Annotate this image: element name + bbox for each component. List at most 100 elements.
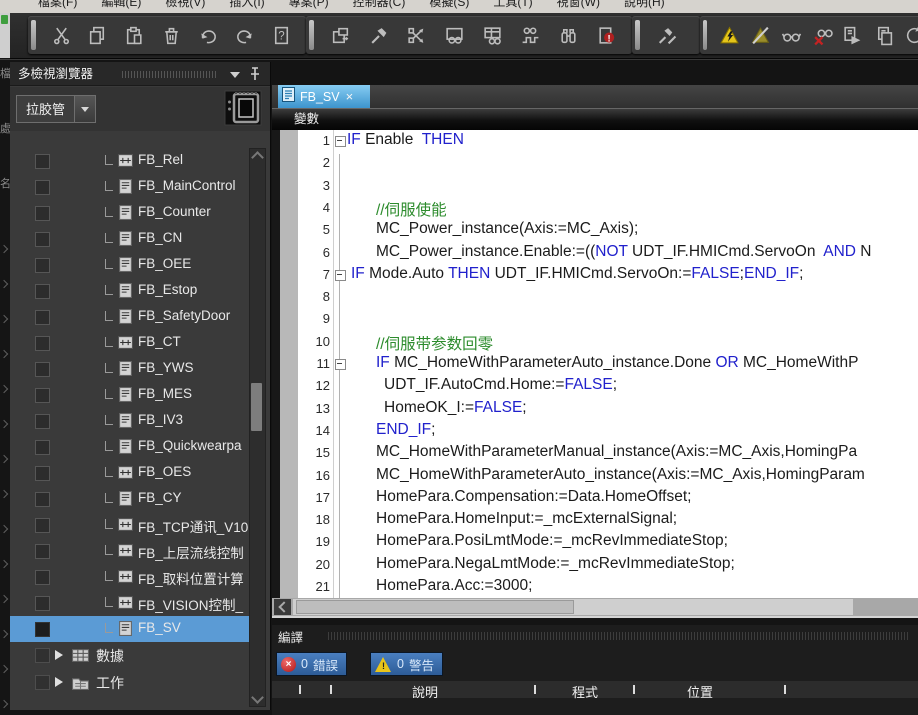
tree-item-fb-quickwearpa[interactable]: FB_Quickwearpa bbox=[10, 434, 270, 460]
build-icon[interactable] bbox=[359, 18, 397, 52]
tree-item-fb-estop[interactable]: FB_Estop bbox=[10, 278, 270, 304]
tree-item-checkbox[interactable] bbox=[35, 544, 50, 559]
scroll-up-icon[interactable] bbox=[251, 151, 264, 164]
code-line-3[interactable]: 3 bbox=[272, 175, 918, 197]
tree-item-checkbox[interactable] bbox=[35, 648, 50, 663]
code-line-2[interactable]: 2 bbox=[272, 152, 918, 174]
expand-arrow-icon[interactable] bbox=[55, 677, 63, 687]
code-line-5[interactable]: 5MC_Power_instance(Axis:=MC_Axis); bbox=[272, 219, 918, 241]
synchronize-icon[interactable] bbox=[899, 18, 918, 52]
horizontal-scrollbar-track[interactable] bbox=[293, 599, 853, 615]
tree-item-fb-cy[interactable]: FB_CY bbox=[10, 486, 270, 512]
tree-item-fb-oee[interactable]: FB_OEE bbox=[10, 252, 270, 278]
controller-icon[interactable] bbox=[224, 90, 262, 131]
code-editor[interactable]: 1IF Enable THEN234//伺服使能5MC_Power_instan… bbox=[272, 130, 918, 598]
program-run-icon[interactable] bbox=[837, 18, 868, 52]
menu-item[interactable]: 專案(P) bbox=[277, 0, 341, 13]
tree-item-checkbox[interactable] bbox=[35, 466, 50, 481]
tree-item-fb-iv3[interactable]: FB_IV3 bbox=[10, 408, 270, 434]
fold-collapse-icon[interactable] bbox=[335, 136, 346, 147]
tree-item-fb-yws[interactable]: FB_YWS bbox=[10, 356, 270, 382]
menu-item[interactable]: 視窗(W) bbox=[545, 0, 612, 13]
tree-item-checkbox[interactable] bbox=[35, 596, 50, 611]
tree-item-fb-mes[interactable]: FB_MES bbox=[10, 382, 270, 408]
fold-collapse-icon[interactable] bbox=[335, 359, 346, 370]
code-line-8[interactable]: 8 bbox=[272, 286, 918, 308]
menu-item[interactable]: 說明(H) bbox=[612, 0, 677, 13]
code-line-6[interactable]: 6MC_Power_instance.Enable:=((NOT UDT_IF.… bbox=[272, 242, 918, 264]
code-line-10[interactable]: 10//伺服带参数回零 bbox=[272, 331, 918, 353]
menu-item[interactable]: 編輯(E) bbox=[89, 0, 153, 13]
code-line-12[interactable]: 12UDT_IF.AutoCmd.Home:=FALSE; bbox=[272, 375, 918, 397]
tree-scrollbar[interactable] bbox=[249, 148, 266, 707]
fold-collapse-icon[interactable] bbox=[335, 270, 346, 281]
code-line-16[interactable]: 16MC_HomeWithParameterAuto_instance(Axis… bbox=[272, 465, 918, 487]
tree-item-checkbox[interactable] bbox=[35, 232, 50, 247]
tree-item-fb-cn[interactable]: FB_CN bbox=[10, 226, 270, 252]
watch-table-icon[interactable] bbox=[473, 18, 511, 52]
cut-icon[interactable] bbox=[43, 18, 80, 52]
tree-item-checkbox[interactable] bbox=[35, 362, 50, 377]
menu-item[interactable]: 控制器(C) bbox=[341, 0, 418, 13]
troubleshoot-icon[interactable]: ! bbox=[587, 18, 625, 52]
tree-item-fb-[interactable]: FB_取料位置计算 bbox=[10, 564, 270, 590]
menu-item[interactable]: 模擬(S) bbox=[417, 0, 481, 13]
tree-item-checkbox[interactable] bbox=[35, 570, 50, 585]
code-line-7[interactable]: 7IF Mode.Auto THEN UDT_IF.HMICmd.ServoOn… bbox=[272, 264, 918, 286]
tab-fb-sv[interactable]: FB_SV × bbox=[278, 85, 370, 108]
column-description[interactable]: 說明 bbox=[412, 682, 438, 701]
column-program[interactable]: 程式 bbox=[572, 682, 598, 701]
undo-icon[interactable] bbox=[190, 18, 227, 52]
tree-item-checkbox[interactable] bbox=[35, 622, 50, 637]
tree-item-checkbox[interactable] bbox=[35, 675, 50, 690]
go-offline-icon[interactable] bbox=[745, 18, 776, 52]
rebuild-icon[interactable] bbox=[397, 18, 435, 52]
go-online-icon[interactable] bbox=[714, 18, 745, 52]
tree-item-checkbox[interactable] bbox=[35, 284, 50, 299]
code-line-17[interactable]: 17HomePara.Compensation:=Data.HomeOffset… bbox=[272, 487, 918, 509]
menu-item[interactable]: 檔案(F) bbox=[26, 0, 89, 13]
device-dropdown-button[interactable] bbox=[74, 95, 96, 123]
code-line-21[interactable]: 21HomePara.Acc:=3000; bbox=[272, 576, 918, 598]
tree-item-fb-vision-[interactable]: FB_VISION控制_ bbox=[10, 590, 270, 616]
tree-item-checkbox[interactable] bbox=[35, 492, 50, 507]
tree-item-fb-safetydoor[interactable]: FB_SafetyDoor bbox=[10, 304, 270, 330]
tree-item-checkbox[interactable] bbox=[35, 258, 50, 273]
tree-item-checkbox[interactable] bbox=[35, 414, 50, 429]
code-line-13[interactable]: 13HomeOK_I:=FALSE; bbox=[272, 398, 918, 420]
device-name[interactable]: 拉胶管 bbox=[16, 95, 74, 123]
warnings-filter-button[interactable]: ! 0 警告 bbox=[370, 652, 443, 676]
code-line-11[interactable]: 11IF MC_HomeWithParameterAuto_instance.D… bbox=[272, 353, 918, 375]
scroll-left-button[interactable] bbox=[274, 599, 291, 615]
code-line-15[interactable]: 15MC_HomeWithParameterManual_instance(Ax… bbox=[272, 442, 918, 464]
redo-icon[interactable] bbox=[227, 18, 264, 52]
errors-filter-button[interactable]: × 0 錯誤 bbox=[276, 652, 347, 676]
tree-item-fb-oes[interactable]: FB_OES bbox=[10, 460, 270, 486]
tree-item-checkbox[interactable] bbox=[35, 180, 50, 195]
tree-item-checkbox[interactable] bbox=[35, 310, 50, 325]
expand-arrow-icon[interactable] bbox=[55, 650, 63, 660]
copy-icon[interactable] bbox=[80, 18, 117, 52]
paste-icon[interactable] bbox=[116, 18, 153, 52]
chevron-down-icon[interactable] bbox=[230, 72, 240, 78]
window-export-icon[interactable] bbox=[321, 18, 359, 52]
code-line-4[interactable]: 4//伺服使能 bbox=[272, 197, 918, 219]
tree-item-checkbox[interactable] bbox=[35, 336, 50, 351]
tree-item-fb-maincontrol[interactable]: FB_MainControl bbox=[10, 174, 270, 200]
close-icon[interactable]: × bbox=[346, 90, 354, 103]
toolbar-group-handle[interactable] bbox=[309, 20, 314, 50]
toolbar-group-handle[interactable] bbox=[635, 20, 640, 50]
tree-item-checkbox[interactable] bbox=[35, 440, 50, 455]
tree-item-fb-sv[interactable]: FB_SV bbox=[10, 616, 270, 642]
tree-item-fb-counter[interactable]: FB_Counter bbox=[10, 200, 270, 226]
tree-scrollbar-thumb[interactable] bbox=[251, 383, 262, 431]
delete-icon[interactable] bbox=[153, 18, 190, 52]
tree-item-checkbox[interactable] bbox=[35, 154, 50, 169]
code-line-18[interactable]: 18HomePara.HomeInput:=_mcExternalSignal; bbox=[272, 509, 918, 531]
device-selector[interactable]: 拉胶管 bbox=[16, 95, 96, 123]
code-line-9[interactable]: 9 bbox=[272, 308, 918, 330]
monitor-stop-icon[interactable] bbox=[807, 18, 838, 52]
explorer-title-bar[interactable]: 多檢視瀏覽器 bbox=[10, 62, 270, 86]
tree-item-checkbox[interactable] bbox=[35, 388, 50, 403]
program-copy-icon[interactable] bbox=[868, 18, 899, 52]
